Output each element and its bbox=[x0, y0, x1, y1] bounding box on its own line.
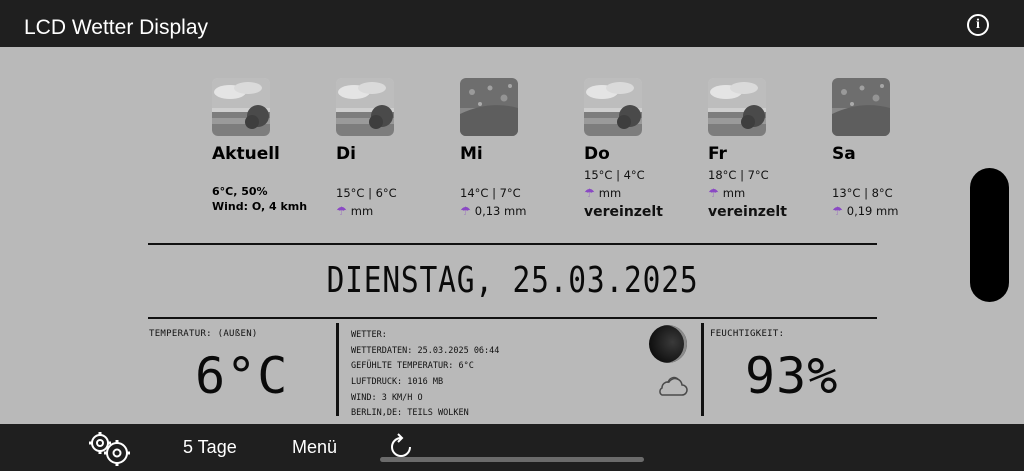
day-name: Aktuell bbox=[212, 144, 280, 164]
date-display: DIENSTAG, 25.03.2025 bbox=[326, 260, 699, 301]
bottom-bar bbox=[0, 424, 1024, 471]
weather-image-cloudy bbox=[708, 78, 766, 136]
info-icon[interactable]: i bbox=[967, 14, 989, 36]
precipitation: ☂ mm bbox=[708, 186, 746, 200]
forecast-day-sa: Sa 13°C | 8°C ☂ 0,19 mm bbox=[832, 78, 952, 220]
precipitation: ☂ 0,19 mm bbox=[832, 204, 899, 218]
forecast-day-current: Aktuell 6°C, 50% Wind: O, 4 kmh bbox=[212, 78, 332, 214]
temp-range: 14°C | 7°C bbox=[460, 186, 521, 200]
weather-line: GEFÜHLTE TEMPERATUR: 6°C bbox=[351, 361, 474, 372]
gears-icon[interactable] bbox=[87, 431, 133, 467]
top-bar: LCD Wetter Display i bbox=[0, 0, 1024, 47]
temp-range: 18°C | 7°C bbox=[708, 168, 769, 182]
precipitation: ☂ 0,13 mm bbox=[460, 204, 527, 218]
umbrella-icon: ☂ bbox=[708, 186, 719, 200]
current-wind: Wind: O, 4 kmh bbox=[212, 200, 308, 213]
day-name: Mi bbox=[460, 144, 483, 164]
temperature-label: TEMPERATUR: (AUßEN) bbox=[149, 329, 258, 339]
temp-range: 15°C | 6°C bbox=[336, 186, 397, 200]
weather-image-rain bbox=[832, 78, 890, 136]
app-title: LCD Wetter Display bbox=[24, 16, 208, 39]
refresh-icon[interactable] bbox=[389, 433, 413, 459]
divider-bottom bbox=[148, 317, 877, 319]
forecast-day-do: Do 15°C | 4°C ☂ mm vereinzelt bbox=[584, 78, 704, 222]
weather-details: WETTER: WETTERDATEN: 25.03.2025 06:44 GE… bbox=[351, 328, 641, 422]
weather-image-cloudy bbox=[584, 78, 642, 136]
menu-button[interactable]: Menü bbox=[292, 437, 337, 458]
umbrella-icon: ☂ bbox=[584, 186, 595, 200]
condition-text: vereinzelt bbox=[584, 204, 663, 220]
temp-range: 15°C | 4°C bbox=[584, 168, 645, 182]
day-name: Do bbox=[584, 144, 610, 164]
weather-line: WETTERDATEN: 25.03.2025 06:44 bbox=[351, 345, 500, 356]
humidity-value: 93% bbox=[745, 347, 839, 405]
five-days-button[interactable]: 5 Tage bbox=[183, 437, 237, 458]
divider-left bbox=[336, 323, 339, 416]
umbrella-icon: ☂ bbox=[460, 204, 471, 218]
current-temp-humidity: 6°C, 50% bbox=[212, 185, 268, 198]
umbrella-icon: ☂ bbox=[832, 204, 843, 218]
cloud-icon bbox=[659, 376, 688, 396]
weather-line: WIND: 3 KM/H O bbox=[351, 392, 423, 403]
scroll-handle[interactable] bbox=[970, 168, 1009, 302]
weather-line: BERLIN,DE: TEILS WOLKEN bbox=[351, 408, 469, 419]
forecast-day-di: Di 15°C | 6°C ☂ mm bbox=[336, 78, 456, 220]
precipitation: ☂ mm bbox=[584, 186, 622, 200]
main-content: Aktuell 6°C, 50% Wind: O, 4 kmh Di 15°C … bbox=[0, 47, 1024, 424]
day-name: Sa bbox=[832, 144, 856, 164]
moon-icon bbox=[649, 325, 687, 363]
forecast-day-mi: Mi 14°C | 7°C ☂ 0,13 mm bbox=[460, 78, 580, 220]
forecast-day-fr: Fr 18°C | 7°C ☂ mm vereinzelt bbox=[708, 78, 828, 222]
weather-image-rain bbox=[460, 78, 518, 136]
divider-top bbox=[148, 243, 877, 245]
divider-right bbox=[701, 323, 704, 416]
weather-line: LUFTDRUCK: 1016 MB bbox=[351, 377, 444, 388]
day-name: Di bbox=[336, 144, 356, 164]
weather-line: WETTER: bbox=[351, 330, 387, 340]
temp-range: 13°C | 8°C bbox=[832, 186, 893, 200]
weather-image-cloudy bbox=[336, 78, 394, 136]
condition-text: vereinzelt bbox=[708, 204, 787, 220]
umbrella-icon: ☂ bbox=[336, 204, 347, 218]
home-indicator bbox=[380, 457, 644, 462]
humidity-label: FEUCHTIGKEIT: bbox=[710, 329, 785, 339]
precipitation: ☂ mm bbox=[336, 204, 374, 218]
weather-image-cloudy bbox=[212, 78, 270, 136]
temperature-value: 6°C bbox=[195, 347, 289, 405]
day-name: Fr bbox=[708, 144, 727, 164]
